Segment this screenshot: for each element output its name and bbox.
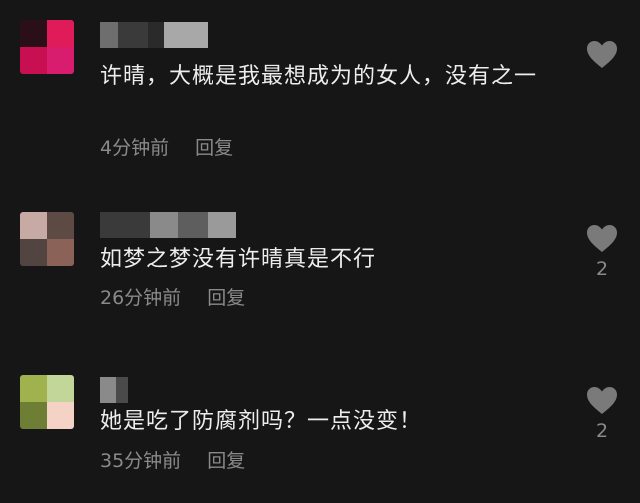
avatar-pixel [47, 20, 74, 47]
comment-time: 4分钟前 [100, 137, 170, 159]
avatar-pixel [20, 212, 47, 239]
comment-text: 如梦之梦没有许晴真是不行 [100, 247, 377, 272]
comment-text: 许晴，大概是我最想成为的女人，没有之一 [100, 64, 538, 89]
username-blurred[interactable] [100, 212, 236, 238]
blur-block [164, 22, 208, 48]
comment-time: 26分钟前 [100, 287, 182, 309]
reply-button[interactable]: 回复 [207, 449, 245, 473]
avatar-pixel [47, 212, 74, 239]
heart-icon [587, 225, 617, 252]
heart-icon [587, 387, 617, 414]
like-count: 2 [595, 420, 609, 442]
avatar-pixel [20, 20, 47, 47]
username-blurred[interactable] [100, 22, 208, 48]
reply-button[interactable]: 回复 [207, 286, 245, 310]
blur-block [118, 22, 148, 48]
blur-block [208, 212, 236, 238]
blur-block [116, 377, 128, 403]
avatar-pixel [20, 239, 47, 266]
avatar[interactable] [20, 212, 74, 266]
like-button[interactable]: 2 [582, 386, 622, 443]
avatar-pixel [20, 402, 47, 429]
blur-block [148, 22, 164, 48]
avatar-pixel [20, 47, 47, 74]
avatar[interactable] [20, 20, 74, 74]
heart-icon [587, 41, 617, 68]
username-blurred[interactable] [100, 377, 128, 403]
comment-meta: 26分钟前 回复 [100, 286, 245, 310]
blur-block [178, 212, 208, 238]
comment-meta: 35分钟前 回复 [100, 449, 245, 473]
blur-block [100, 22, 118, 48]
comment-meta: 4分钟前 回复 [100, 136, 233, 160]
like-count: 2 [595, 258, 609, 280]
avatar-pixel [47, 47, 74, 74]
comment-time: 35分钟前 [100, 450, 182, 472]
like-button[interactable]: 2 [582, 224, 622, 281]
avatar-pixel [47, 375, 74, 402]
avatar-pixel [47, 239, 74, 266]
reply-button[interactable]: 回复 [195, 136, 233, 160]
avatar-pixel [47, 402, 74, 429]
like-button[interactable] [582, 40, 622, 73]
avatar[interactable] [20, 375, 74, 429]
avatar-pixel [20, 375, 47, 402]
blur-block [100, 377, 116, 403]
comment-text: 她是吃了防腐剂吗？一点没变！ [100, 409, 423, 434]
blur-block [100, 212, 150, 238]
blur-block [150, 212, 178, 238]
